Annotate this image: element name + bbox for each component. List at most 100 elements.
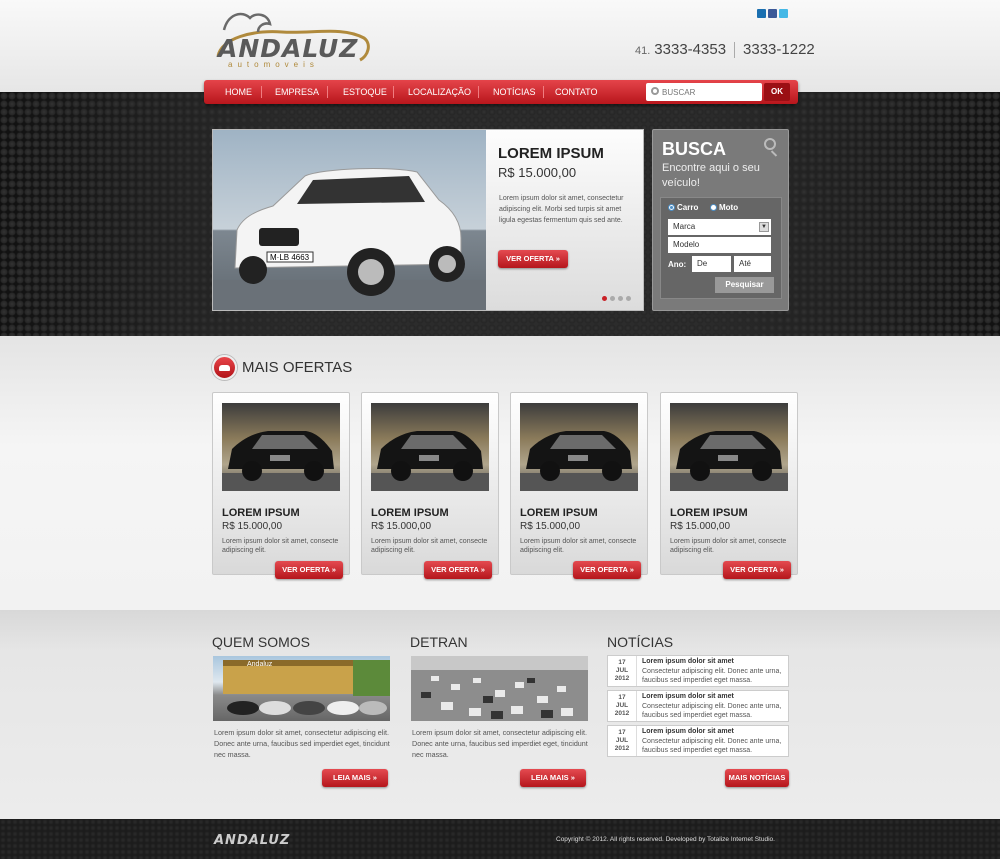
logo[interactable]: ANDALUZ automoveis [212,8,372,70]
ver-oferta-label: VER OFERTA [282,565,330,574]
nav-item-contato[interactable]: CONTATO [555,80,598,104]
logo-subtitle: automoveis [228,60,319,69]
news-date: 17 JUL 2012 [608,726,637,756]
offer-car-image [670,403,788,491]
news-year: 2012 [614,710,630,717]
offer-price: R$ 15.000,00 [371,521,432,532]
detran-leia-mais-button[interactable]: LEIA MAIS » [520,769,586,787]
ver-oferta-button[interactable]: VER OFERTA » [723,561,791,579]
news-day: 17 [618,694,626,701]
header [0,0,1000,92]
news-title[interactable]: Lorem ipsum dolor sit amet [642,693,734,700]
nav-item-home[interactable]: HOME [225,80,252,104]
offer-card[interactable]: LOREM IPSUM R$ 15.000,00 Lorem ipsum dol… [361,392,499,579]
quem-somos-leia-mais-button[interactable]: LEIA MAIS » [322,769,388,787]
ano-label: Ano: [668,260,687,269]
phone-prefix: 41. [635,45,651,57]
news-item[interactable]: 17 JUL 2012 Lorem ipsum dolor sit amet Con… [607,690,789,722]
offer-title: LOREM IPSUM [520,507,598,519]
offer-price: R$ 15.000,00 [670,521,731,532]
marca-select-value: Marca [673,222,696,231]
busca-search-icon [764,138,776,150]
offer-card[interactable]: LOREM IPSUM R$ 15.000,00 Lorem ipsum dol… [660,392,798,579]
news-month: JUL [615,667,629,674]
ano-de-field[interactable]: De [692,256,731,272]
radio-moto-label: Moto [719,203,739,212]
busca-title: BUSCA [662,139,727,159]
ver-oferta-button[interactable]: VER OFERTA » [424,561,492,579]
slide-ver-oferta-button[interactable]: VER OFERTA » [498,250,568,268]
news-day: 17 [618,729,626,736]
news-item[interactable]: 17 JUL 2012 Lorem ipsum dolor sit amet Con… [607,725,789,757]
offer-car-image [371,403,489,491]
social-links [757,9,788,18]
modelo-field[interactable]: Modelo [668,237,771,253]
facebook-icon[interactable] [768,9,777,18]
radio-moto[interactable]: Moto [710,203,738,212]
news-year: 2012 [614,745,630,752]
slider-dot-2[interactable] [610,296,615,301]
detran-image[interactable] [411,656,588,721]
search-ok-button[interactable]: OK [764,83,790,101]
news-title[interactable]: Lorem ipsum dolor sit amet [642,658,734,665]
busca-subtitle: Encontre aqui o seu veículo! [662,162,760,189]
twitter-icon[interactable] [779,9,788,18]
footer [0,819,1000,859]
mais-noticias-label: MAIS NOTÍCIAS [728,773,786,782]
footer-logo[interactable]: ANDALUZ [214,833,290,848]
search-icon [651,87,659,95]
radio-carro[interactable]: Carro [668,203,698,212]
phone-2: 3333-1222 [743,41,815,58]
offers-title: MAIS OFERTAS [242,359,353,376]
ano-ate-field[interactable]: Até [734,256,771,272]
quem-somos-title: QUEM SOMOS [212,634,311,650]
featured-car-image[interactable]: M·LB 4663 [213,130,486,310]
logo-text: ANDALUZ [218,34,359,63]
suv-illustration: M·LB 4663 [213,168,486,310]
linkedin-icon[interactable] [757,9,766,18]
detran-text: Lorem ipsum dolor sit amet, consectetur … [412,728,588,759]
offer-title: LOREM IPSUM [371,507,449,519]
news-text: Consectetur adipiscing elit. Donec ante … [642,738,782,754]
offer-description: Lorem ipsum dolor sit amet, consecte adi… [222,538,339,554]
news-text: Consectetur adipiscing elit. Donec ante … [642,668,782,684]
offer-price: R$ 15.000,00 [520,521,581,532]
offer-description: Lorem ipsum dolor sit amet, consecte adi… [371,538,488,554]
chevron-down-icon: ▼ [759,222,769,232]
car-icon [212,355,237,380]
news-title[interactable]: Lorem ipsum dolor sit amet [642,728,734,735]
detran-button-label: LEIA MAIS [531,773,569,782]
detran-title: DETRAN [410,634,468,650]
nav-item-estoque[interactable]: ESTOQUE [343,80,387,104]
nav-item-localizacao[interactable]: LOCALIZAÇÃO [408,80,471,104]
offer-price: R$ 15.000,00 [222,521,283,532]
news-item[interactable]: 17 JUL 2012 Lorem ipsum dolor sit amet Con… [607,655,789,687]
slider-dot-1[interactable] [602,296,607,301]
marca-select[interactable]: Marca ▼ [668,219,771,235]
pesquisar-button[interactable]: Pesquisar [715,277,774,293]
offer-car-image [520,403,638,491]
offers-section [0,336,1000,610]
offer-card[interactable]: LOREM IPSUM R$ 15.000,00 Lorem ipsum dol… [212,392,350,579]
news-date: 17 JUL 2012 [608,691,637,721]
search-input[interactable] [662,83,758,101]
slider-dot-3[interactable] [618,296,623,301]
offer-card[interactable]: LOREM IPSUM R$ 15.000,00 Lorem ipsum dol… [510,392,648,579]
offer-car-image [222,403,340,491]
radio-moto-icon [710,204,717,211]
offer-title: LOREM IPSUM [670,507,748,519]
ver-oferta-button[interactable]: VER OFERTA » [275,561,343,579]
quem-somos-image[interactable]: Andaluz [213,656,390,721]
ver-oferta-label: VER OFERTA [580,565,628,574]
phone-numbers: 41. 3333-4353 3333-1222 [635,41,815,59]
ver-oferta-button[interactable]: VER OFERTA » [573,561,641,579]
offer-title: LOREM IPSUM [222,507,300,519]
news-text: Consectetur adipiscing elit. Donec ante … [642,703,782,719]
slider-dot-4[interactable] [626,296,631,301]
news-month: JUL [615,702,629,709]
mais-noticias-button[interactable]: MAIS NOTÍCIAS [725,769,789,787]
noticias-title: NOTÍCIAS [607,634,674,650]
nav-item-noticias[interactable]: NOTÍCIAS [493,80,536,104]
news-year: 2012 [614,675,630,682]
nav-item-empresa[interactable]: EMPRESA [275,80,319,104]
